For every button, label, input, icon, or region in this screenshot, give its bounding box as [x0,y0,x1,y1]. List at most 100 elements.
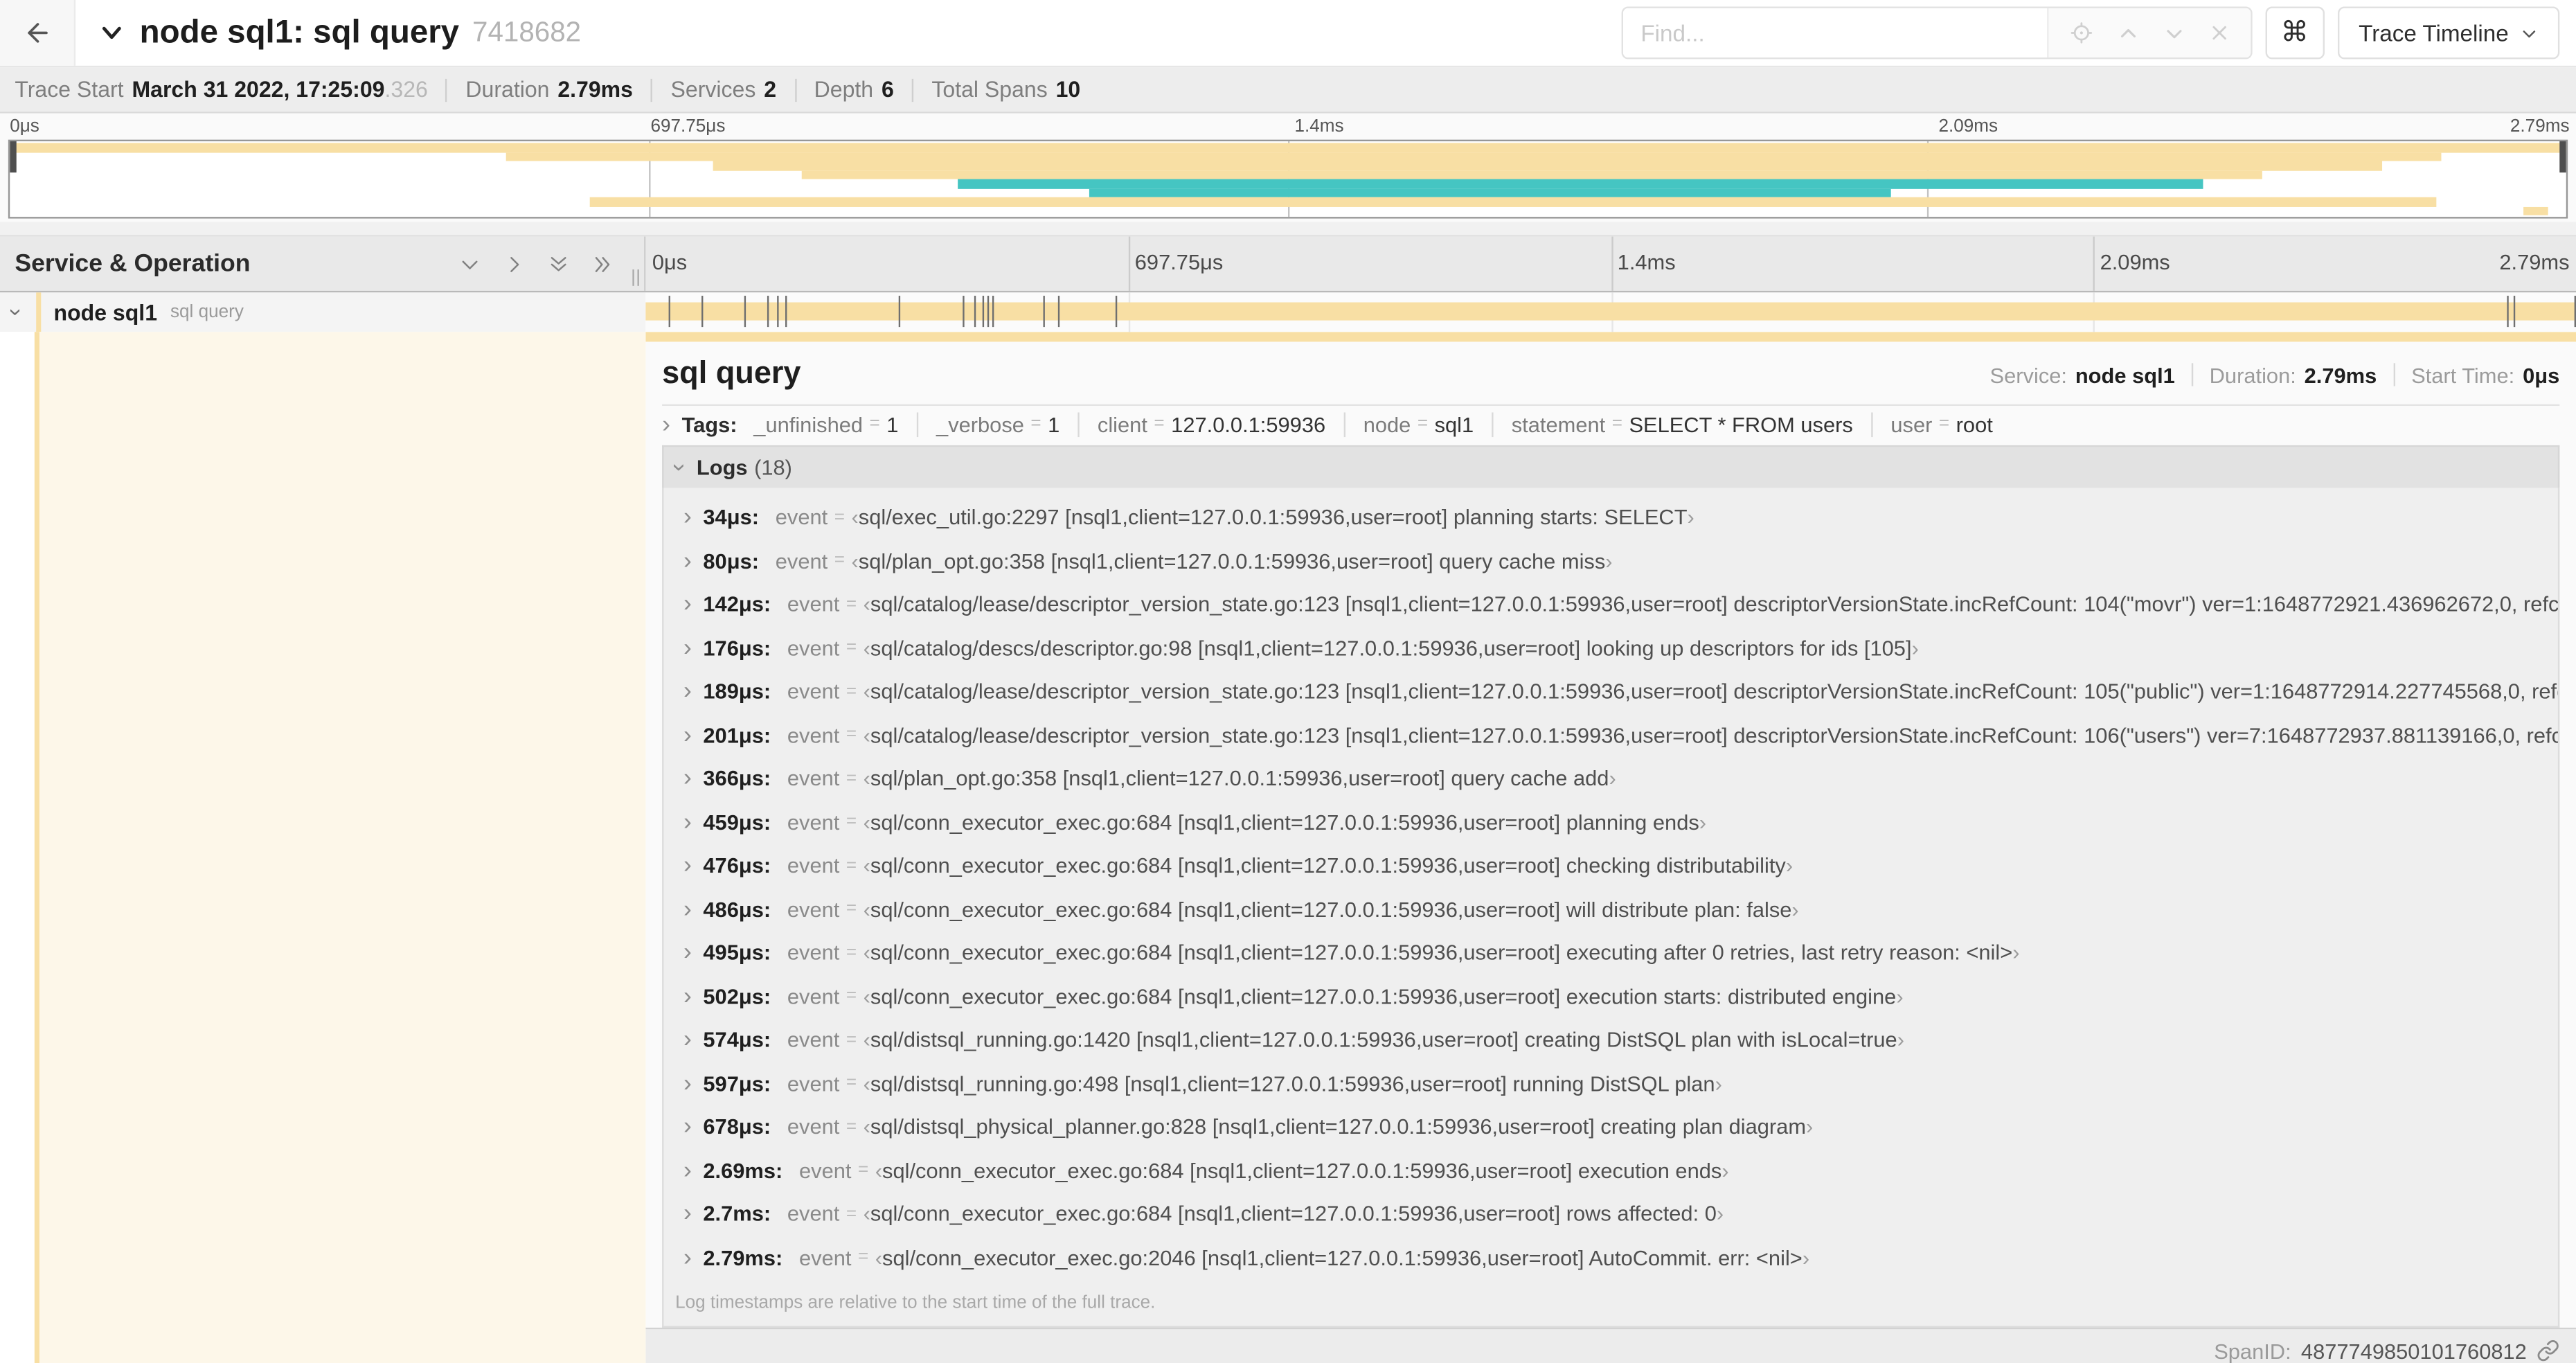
span-name-cell[interactable]: › node sql1 sql query [0,292,646,332]
chevron-right-icon[interactable]: › [683,592,692,617]
log-tick-marker[interactable] [701,296,703,328]
log-row[interactable]: › 574μs: event = ‹ sql/distsql_running.g… [663,1018,2557,1062]
log-field-key: event [799,1158,852,1183]
log-row[interactable]: › 142μs: event = ‹ sql/catalog/lease/des… [663,582,2558,626]
chevron-right-icon[interactable]: › [683,1158,692,1183]
expand-all-double-chevron-right-icon[interactable] [591,252,614,275]
logs-header[interactable]: › Logs (18) [662,444,2560,488]
chevron-right-icon[interactable]: › [683,897,692,922]
view-selector-button[interactable]: Trace Timeline [2337,6,2560,60]
chevron-right-icon[interactable]: › [683,679,692,704]
log-tick-marker[interactable] [987,296,990,328]
log-row[interactable]: › 597μs: event = ‹ sql/distsql_running.g… [663,1062,2557,1105]
tag-item[interactable]: node = sql1 [1363,412,1474,437]
tag-item[interactable]: statement = SELECT * FROM users [1512,412,1853,437]
tags-row[interactable]: › Tags: _unfinished = 1 _verbose = 1 cli… [662,409,2559,440]
collapse-all-double-chevron-down-icon[interactable] [547,252,570,275]
log-tick-marker[interactable] [744,296,746,328]
total-spans-label: Total Spans [931,77,1048,103]
back-button[interactable] [0,0,76,66]
log-tick-marker[interactable] [2514,296,2516,328]
log-tick-marker[interactable] [776,296,778,328]
link-icon[interactable] [2537,1339,2559,1362]
ruler-tick-label: 0μs [652,249,688,275]
chevron-right-icon[interactable]: › [683,1202,692,1227]
log-tick-marker[interactable] [963,296,965,328]
log-row[interactable]: › 34μs: event = ‹ sql/exec_util.go:2297 … [663,496,2557,540]
log-row[interactable]: › 366μs: event = ‹ sql/plan_opt.go:358 [… [663,757,2557,801]
keyboard-shortcuts-button[interactable]: ⌘ [2264,6,2325,60]
top-bar: node sql1: sql query 7418682 ⌘ Trace Tim… [0,0,2576,68]
chevron-right-icon[interactable]: › [683,1245,692,1270]
log-row[interactable]: › 189μs: event = ‹ sql/catalog/lease/des… [663,670,2558,713]
collapse-one-chevron-down-icon[interactable] [458,252,481,275]
log-row[interactable]: › 2.79ms: event = ‹ sql/conn_executor_ex… [663,1236,2557,1279]
span-bar-cell[interactable] [645,292,2576,332]
divider [445,78,448,101]
log-field-value: sql/distsql_running.go:1420 [nsql1,clien… [870,1027,1897,1053]
chevron-right-icon[interactable]: › [662,412,670,437]
chevron-right-icon[interactable]: › [683,810,692,835]
chevron-right-icon[interactable]: › [683,1028,692,1053]
log-row[interactable]: › 678μs: event = ‹ sql/distsql_physical_… [663,1105,2557,1149]
log-row[interactable]: › 459μs: event = ‹ sql/conn_executor_exe… [663,801,2557,844]
column-resizer-handle[interactable] [632,269,639,286]
chevron-right-icon[interactable]: › [683,723,692,748]
chevron-right-icon[interactable]: › [683,636,692,661]
log-tick-marker[interactable] [1058,296,1061,328]
log-tick-marker[interactable] [899,296,901,328]
log-row[interactable]: › 176μs: event = ‹ sql/catalog/descs/des… [663,626,2557,670]
value-open-quote: ‹ [863,1027,870,1053]
minimap-canvas[interactable] [8,139,2568,219]
minimap-drag-handle-right[interactable] [2559,141,2566,173]
log-row[interactable]: › 495μs: event = ‹ sql/conn_executor_exe… [663,931,2557,974]
find-prev-chevron-up-icon[interactable] [2117,22,2138,44]
tag-item[interactable]: client = 127.0.0.1:59936 [1098,412,1325,437]
chevron-down-icon[interactable]: › [4,308,30,316]
log-tick-marker[interactable] [2507,296,2509,328]
chevron-right-icon[interactable]: › [683,1071,692,1096]
clear-find-x-icon[interactable] [2209,23,2228,42]
tag-value: sql1 [1434,411,1474,437]
chevron-right-icon[interactable]: › [683,1114,692,1139]
tag-item[interactable]: _unfinished = 1 [753,412,898,437]
log-tick-marker[interactable] [1042,296,1045,328]
log-row[interactable]: › 80μs: event = ‹ sql/plan_opt.go:358 [n… [663,539,2557,582]
log-field-key: event [799,1245,852,1270]
log-tick-marker[interactable] [669,296,671,328]
span-duration-bar[interactable] [645,302,2576,321]
tag-item[interactable]: _verbose = 1 [936,412,1059,437]
expand-one-chevron-right-icon[interactable] [503,252,526,275]
find-next-chevron-down-icon[interactable] [2163,22,2185,44]
collapse-trace-chevron[interactable] [98,19,125,46]
chevron-right-icon[interactable]: › [683,505,692,530]
log-tick-marker[interactable] [785,296,787,328]
log-tick-marker[interactable] [767,296,769,328]
ruler-gridline [1128,236,1130,291]
services-value: 2 [764,77,777,103]
ruler-tick-label: 2.09ms [2100,249,2170,275]
equals-sign: = [857,1160,869,1181]
log-row[interactable]: › 476μs: event = ‹ sql/conn_executor_exe… [663,844,2557,887]
match-highlight-icon[interactable] [2070,21,2093,44]
log-row[interactable]: › 486μs: event = ‹ sql/conn_executor_exe… [663,887,2557,931]
log-tick-marker[interactable] [974,296,977,328]
log-tick-marker[interactable] [1114,296,1117,328]
log-tick-marker[interactable] [2574,296,2576,328]
log-row[interactable]: › 2.7ms: event = ‹ sql/conn_executor_exe… [663,1192,2557,1236]
chevron-right-icon[interactable]: › [683,941,692,965]
log-tick-marker[interactable] [992,296,995,328]
log-tick-marker[interactable] [981,296,984,328]
equals-sign: = [846,1204,857,1224]
tag-item[interactable]: user = root [1890,412,1992,437]
log-row[interactable]: › 201μs: event = ‹ sql/catalog/lease/des… [663,713,2558,757]
chevron-down-icon[interactable]: › [665,463,693,471]
log-row[interactable]: › 502μs: event = ‹ sql/conn_executor_exe… [663,974,2557,1018]
chevron-right-icon[interactable]: › [683,853,692,878]
chevron-right-icon[interactable]: › [683,766,692,791]
log-row[interactable]: › 2.69ms: event = ‹ sql/conn_executor_ex… [663,1149,2557,1193]
minimap-drag-handle-left[interactable] [10,141,17,173]
chevron-right-icon[interactable]: › [683,549,692,573]
chevron-right-icon[interactable]: › [683,984,692,1009]
find-input[interactable] [1622,8,2047,58]
